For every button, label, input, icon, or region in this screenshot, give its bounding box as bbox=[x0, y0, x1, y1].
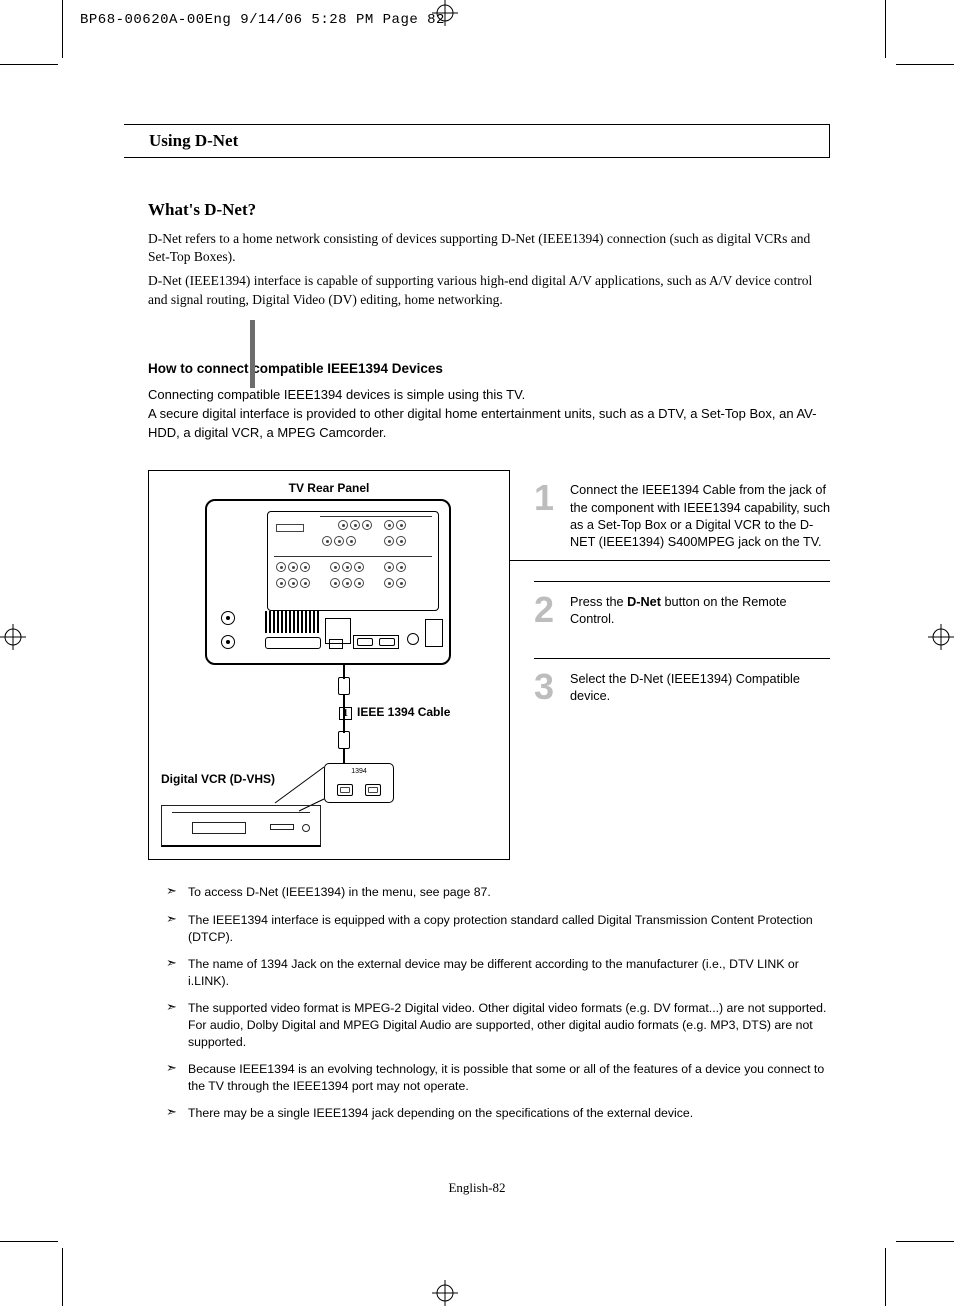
antenna-jack-icon bbox=[221, 635, 235, 649]
step-text: Connect the IEEE1394 Cable from the jack… bbox=[570, 482, 830, 551]
diagram-and-steps: TV Rear Panel bbox=[148, 470, 830, 860]
callout-number: 1 bbox=[339, 707, 352, 720]
crop-mark bbox=[885, 1248, 886, 1306]
dnet-port-group-icon bbox=[353, 635, 399, 649]
note-text: Because IEEE1394 is an evolving technolo… bbox=[188, 1061, 830, 1094]
paragraph: D-Net refers to a home network consistin… bbox=[148, 230, 830, 266]
callout-label: IEEE 1394 Cable bbox=[357, 705, 450, 719]
cablecard-slot-icon bbox=[265, 637, 321, 649]
cable-callout: 1 IEEE 1394 Cable bbox=[339, 705, 450, 720]
crop-mark bbox=[896, 1241, 954, 1242]
note-item: ➣Because IEEE1394 is an evolving technol… bbox=[166, 1061, 830, 1094]
port-icon bbox=[329, 639, 343, 649]
note-item: ➣ There may be a single IEEE1394 jack dep… bbox=[166, 1105, 830, 1122]
crop-mark bbox=[885, 0, 886, 58]
note-item: ➣The name of 1394 Jack on the external d… bbox=[166, 956, 830, 989]
registration-mark-icon bbox=[928, 624, 954, 650]
step-text: Press the D-Net button on the Remote Con… bbox=[570, 594, 830, 628]
crop-mark bbox=[896, 64, 954, 65]
paragraph: Connecting compatible IEEE1394 devices i… bbox=[148, 386, 830, 405]
note-arrow-icon: ➣ bbox=[166, 1000, 180, 1050]
step-number: 2 bbox=[534, 594, 558, 628]
step-text-bold: D-Net bbox=[627, 595, 661, 609]
connection-diagram: TV Rear Panel bbox=[148, 470, 510, 860]
note-text: The supported video format is MPEG-2 Dig… bbox=[188, 1000, 830, 1050]
note-arrow-icon: ➣ bbox=[166, 1105, 180, 1122]
note-item: ➣The IEEE1394 interface is equipped with… bbox=[166, 912, 830, 945]
digital-vcr-icon bbox=[161, 805, 321, 847]
step-number: 3 bbox=[534, 671, 558, 705]
page-footer: English-82 bbox=[0, 1180, 954, 1196]
note-arrow-icon: ➣ bbox=[166, 956, 180, 989]
accent-bar bbox=[250, 320, 255, 388]
cable-plug-icon bbox=[338, 677, 350, 695]
note-arrow-icon: ➣ bbox=[166, 884, 180, 901]
note-text: The name of 1394 Jack on the external de… bbox=[188, 956, 830, 989]
vcr-port-zoom-icon: 1394 bbox=[324, 763, 394, 803]
antenna-jack-icon bbox=[221, 611, 235, 625]
section-whats-dnet: What's D-Net? D-Net refers to a home net… bbox=[130, 200, 830, 309]
cable-plug-icon bbox=[338, 731, 350, 749]
step-1: 1 Connect the IEEE1394 Cable from the ja… bbox=[534, 470, 830, 582]
page-content: Using D-Net What's D-Net? D-Net refers t… bbox=[130, 124, 830, 1133]
note-arrow-icon: ➣ bbox=[166, 1061, 180, 1094]
diagram-title: TV Rear Panel bbox=[149, 481, 509, 495]
steps-list: 1 Connect the IEEE1394 Cable from the ja… bbox=[534, 470, 830, 860]
vent-icon bbox=[265, 611, 321, 633]
crop-mark bbox=[62, 1248, 63, 1306]
crop-mark bbox=[0, 64, 58, 65]
note-text: The IEEE1394 interface is equipped with … bbox=[188, 912, 830, 945]
step-2: 2 Press the D-Net button on the Remote C… bbox=[534, 582, 830, 659]
connector-cluster-icon bbox=[267, 511, 439, 611]
port-icon bbox=[407, 633, 419, 645]
step-text-a: Press the bbox=[570, 595, 627, 609]
crop-mark bbox=[0, 1241, 58, 1242]
notes-list: ➣ To access D-Net (IEEE1394) in the menu,… bbox=[166, 884, 830, 1122]
paragraph: A secure digital interface is provided t… bbox=[148, 405, 830, 443]
rule bbox=[510, 560, 830, 561]
registration-mark-icon bbox=[0, 624, 26, 650]
step-3: 3 Select the D-Net (IEEE1394) Compatible… bbox=[534, 659, 830, 735]
page-title: Using D-Net bbox=[124, 124, 830, 158]
note-arrow-icon: ➣ bbox=[166, 912, 180, 945]
vcr-port-label: 1394 bbox=[325, 768, 393, 775]
registration-mark-icon bbox=[432, 1280, 458, 1306]
vcr-label: Digital VCR (D-VHS) bbox=[161, 772, 275, 786]
paragraph: D-Net (IEEE1394) interface is capable of… bbox=[148, 272, 830, 308]
lower-ports-icon bbox=[217, 611, 439, 655]
step-number: 1 bbox=[534, 482, 558, 551]
heading-whats-dnet: What's D-Net? bbox=[148, 200, 830, 220]
crop-mark bbox=[62, 0, 63, 58]
prepress-header: BP68-00620A-00Eng 9/14/06 5:28 PM Page 8… bbox=[80, 12, 445, 28]
port-icon bbox=[425, 619, 443, 647]
note-text: To access D-Net (IEEE1394) in the menu, … bbox=[188, 884, 491, 901]
step-text: Select the D-Net (IEEE1394) Compatible d… bbox=[570, 671, 830, 705]
note-item: ➣The supported video format is MPEG-2 Di… bbox=[166, 1000, 830, 1050]
cable-icon bbox=[343, 749, 345, 763]
note-text: There may be a single IEEE1394 jack depe… bbox=[188, 1105, 693, 1122]
tv-rear-panel-icon bbox=[205, 499, 451, 665]
note-item: ➣ To access D-Net (IEEE1394) in the menu,… bbox=[166, 884, 830, 901]
